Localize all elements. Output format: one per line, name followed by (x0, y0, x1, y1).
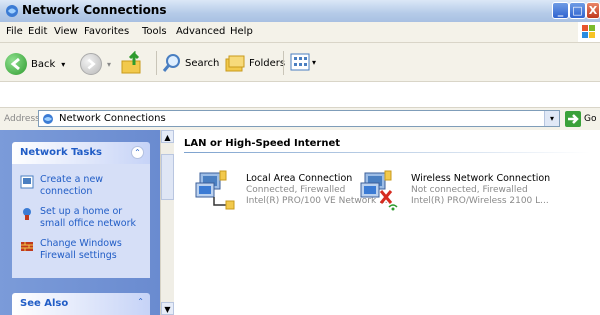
folders-icon (225, 55, 245, 72)
views-icon (290, 53, 310, 71)
collapse-chevron-icon[interactable]: ⌃ (131, 146, 144, 159)
menu-advanced[interactable]: Advanced (176, 26, 225, 37)
wireless-connection-icon (360, 170, 398, 211)
connection-name: Wireless Network Connection (411, 173, 551, 184)
task-label: Create a new connection (40, 174, 104, 197)
network-connections-small-icon (43, 114, 53, 124)
task-firewall-settings[interactable]: Change Windows Firewall settings (18, 238, 144, 262)
window-title: Network Connections (22, 3, 167, 17)
firewall-icon (21, 242, 33, 251)
forward-arrow-icon (80, 53, 102, 75)
search-button[interactable]: Search (162, 53, 219, 73)
views-dropdown-icon: ▾ (312, 57, 317, 67)
windows-logo-icon (578, 22, 600, 42)
address-value: Network Connections (59, 113, 166, 124)
search-icon (162, 54, 180, 72)
scroll-thumb[interactable] (161, 154, 174, 200)
menu-view[interactable]: View (54, 26, 78, 37)
see-also-title: See Also (20, 298, 69, 309)
collapse-chevron-icon[interactable]: ⌃ (137, 297, 144, 306)
connection-status: Not connected, Firewalled (411, 185, 528, 195)
up-folder-icon (121, 51, 141, 74)
go-label[interactable]: Go (584, 114, 596, 124)
toolbar-separator (283, 51, 284, 75)
go-arrow-icon[interactable] (565, 111, 581, 127)
address-input[interactable]: Network Connections ▾ (38, 110, 560, 127)
network-tasks-title: Network Tasks (20, 147, 102, 158)
title-bar: Network Connections _ □ X (0, 0, 600, 23)
back-button[interactable]: Back ▾ (5, 53, 65, 75)
address-label: Address (4, 114, 40, 124)
back-arrow-icon (5, 53, 27, 75)
vertical-scrollbar[interactable]: ▲ ▼ (160, 130, 174, 315)
connections-view: LAN or High-Speed Internet Local Area Co… (174, 130, 600, 315)
connection-item-wireless[interactable]: Wireless Network Connection Not connecte… (357, 169, 557, 219)
home-network-icon (23, 208, 31, 220)
toolbar-separator (156, 51, 157, 75)
toolbar-gap (0, 82, 600, 107)
scroll-up-arrow-icon[interactable]: ▲ (161, 130, 174, 143)
back-dropdown-icon[interactable]: ▾ (61, 60, 65, 69)
group-divider (184, 152, 590, 153)
address-bar: Address Network Connections ▾ Go (0, 107, 600, 131)
connection-name: Local Area Connection (246, 173, 353, 184)
menu-favorites[interactable]: Favorites (84, 26, 129, 37)
menu-file[interactable]: File (6, 26, 23, 37)
connection-status: Connected, Firewalled (246, 185, 346, 195)
menu-help[interactable]: Help (230, 26, 253, 37)
search-label: Search (185, 57, 220, 69)
network-tasks-body: Create a new connection Set up a home or… (12, 164, 150, 278)
forward-button[interactable]: ▾ (80, 53, 111, 75)
folders-button[interactable]: Folders (224, 53, 285, 73)
forward-dropdown-icon[interactable]: ▾ (107, 60, 111, 69)
connection-device: Intel(R) PRO/Wireless 2100 L... (411, 196, 549, 206)
task-label: Set up a home or small office network (40, 206, 136, 229)
toolbar: Back ▾ ▾ Search Folders ▾ (0, 43, 600, 82)
menu-tools[interactable]: Tools (142, 26, 167, 37)
lan-connection-icon (195, 170, 235, 210)
task-create-connection[interactable]: Create a new connection (18, 174, 144, 198)
network-connections-icon (6, 5, 18, 17)
network-connections-window: Network Connections _ □ X File Edit View… (0, 0, 600, 315)
address-dropdown-icon[interactable]: ▾ (544, 111, 559, 126)
menu-bar: File Edit View Favorites Tools Advanced … (0, 22, 600, 43)
scroll-down-arrow-icon[interactable]: ▼ (161, 302, 174, 315)
task-label: Change Windows Firewall settings (40, 238, 122, 261)
minimize-button[interactable]: _ (552, 2, 569, 19)
views-button[interactable]: ▾ (290, 53, 316, 71)
new-connection-icon (20, 175, 34, 189)
up-folder-button[interactable] (120, 51, 144, 75)
folders-label: Folders (249, 57, 286, 69)
group-title: LAN or High-Speed Internet (184, 138, 341, 149)
task-home-network[interactable]: Set up a home or small office network (18, 206, 144, 230)
network-tasks-header[interactable]: Network Tasks ⌃ (12, 142, 150, 164)
maximize-button[interactable]: □ (569, 2, 586, 19)
back-label: Back (31, 58, 56, 70)
see-also-header[interactable]: See Also ⌃ (12, 293, 150, 315)
menu-edit[interactable]: Edit (28, 26, 47, 37)
network-tasks-panel: Network Tasks ⌃ Create a new connection … (12, 142, 150, 278)
close-button[interactable]: X (586, 2, 600, 19)
task-pane: Network Tasks ⌃ Create a new connection … (0, 130, 160, 315)
